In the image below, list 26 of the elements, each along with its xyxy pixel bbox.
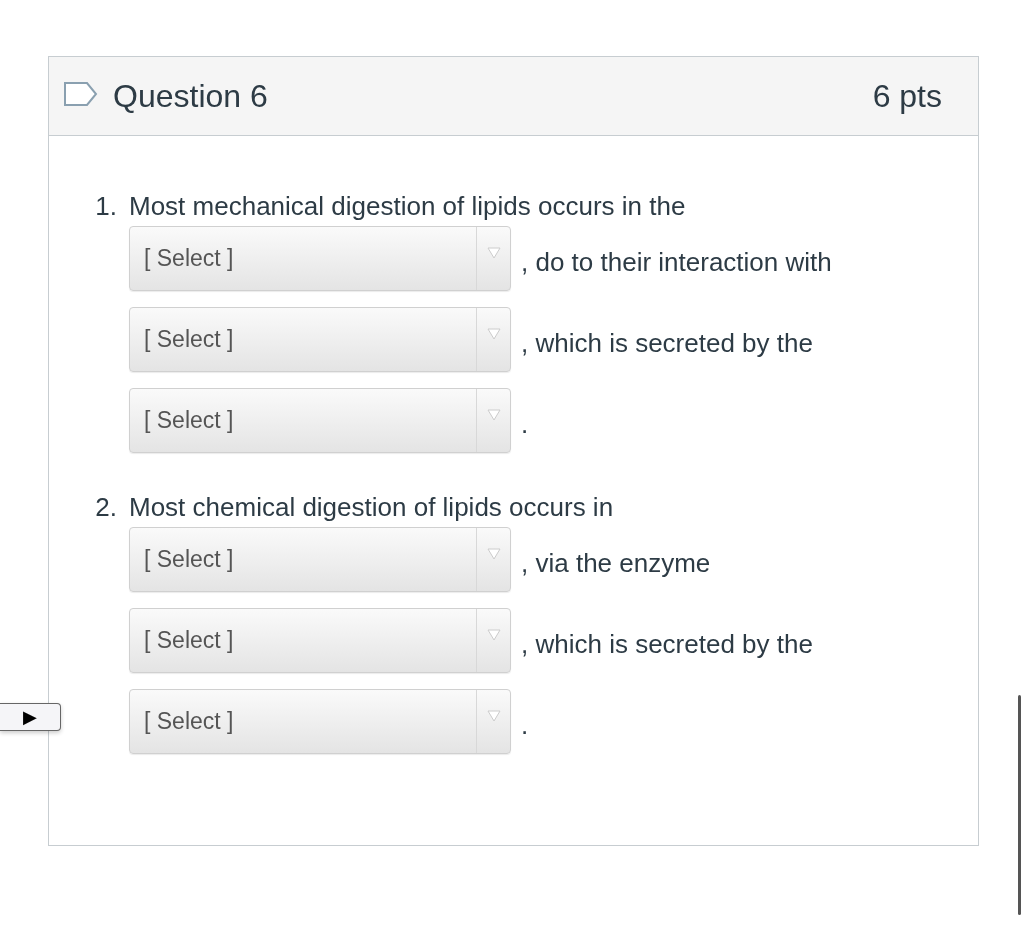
scrollbar[interactable] [1018,695,1021,915]
item-number: 1. [94,190,117,223]
select-dropdown[interactable]: [ Select ] [129,527,511,592]
play-button[interactable]: ▶ [0,703,61,731]
question-text: Most chemical digestion of lipids occurs in [129,491,615,524]
caret-icon [486,328,501,340]
question-title: Question 6 [113,77,269,115]
select-dropdown[interactable]: [ Select ] [129,307,511,372]
question-text: , which is secreted by the [521,327,813,360]
question-points: 6 pts [872,77,942,115]
item-number: 2. [94,491,117,524]
question-text: . [521,408,529,441]
select-dropdown[interactable]: [ Select ] [129,608,511,673]
caret-icon [486,710,501,722]
select-dropdown[interactable]: [ Select ] [129,689,511,754]
question-text: Most mechanical digestion of lipids occurs in the [129,190,687,223]
caret-icon [486,247,501,259]
select-dropdown[interactable]: [ Select ] [129,226,511,291]
caret-icon [486,629,501,641]
caret-icon [486,409,501,421]
question-text: , do to their interaction with [521,246,832,279]
question-text: . [521,709,529,742]
question-text: , via the enzyme [521,547,711,580]
caret-icon [486,548,501,560]
question-text: , which is secreted by the [521,628,813,661]
select-dropdown[interactable]: [ Select ] [129,388,511,453]
